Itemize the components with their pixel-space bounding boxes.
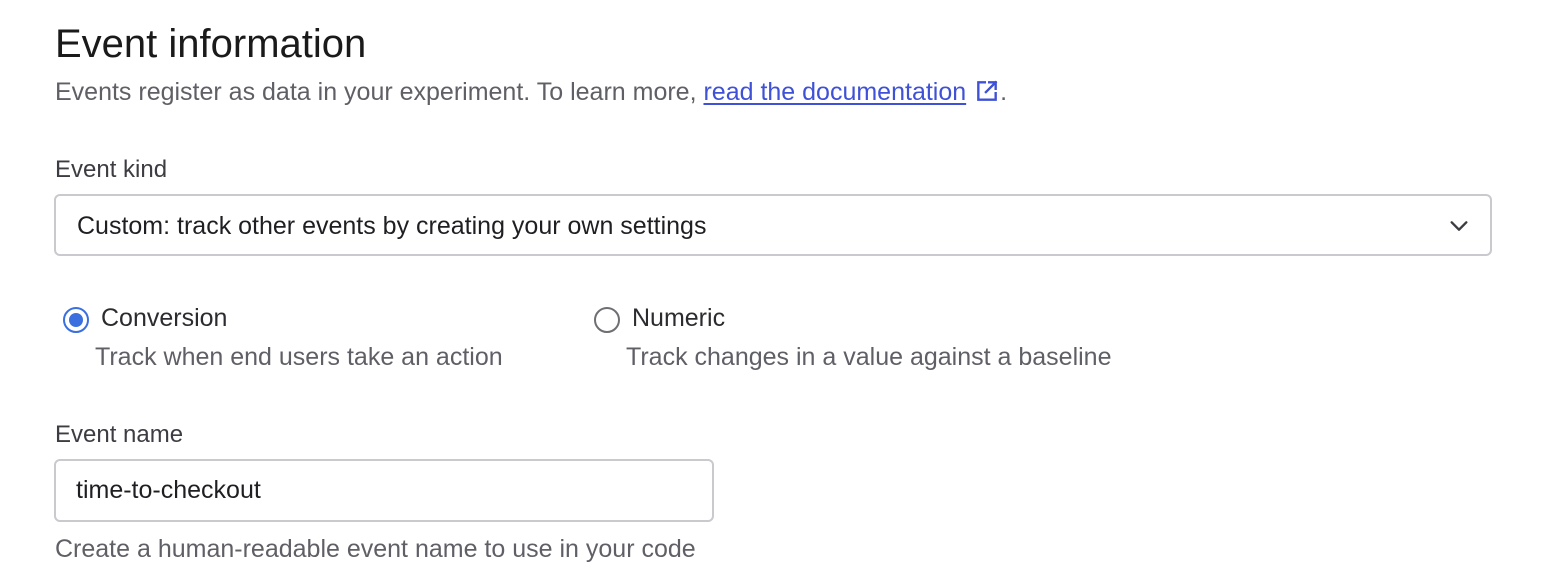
external-link-icon: [977, 80, 998, 101]
section-description: Events register as data in your experime…: [55, 74, 1007, 110]
section-title: Event information: [55, 22, 367, 66]
numeric-label: Numeric: [632, 304, 726, 332]
chevron-down-icon: [1450, 221, 1468, 231]
event-name-input[interactable]: [54, 459, 714, 522]
numeric-radio[interactable]: [594, 307, 620, 333]
description-text: Events register as data in your experime…: [55, 78, 704, 106]
conversion-hint: Track when end users take an action: [95, 343, 503, 371]
event-name-label: Event name: [55, 421, 184, 448]
conversion-label: Conversion: [101, 304, 228, 332]
event-name-help: Create a human-readable event name to us…: [55, 535, 696, 563]
event-kind-selected-value: Custom: track other events by creating y…: [77, 212, 707, 240]
numeric-hint: Track changes in a value against a basel…: [626, 343, 1112, 371]
documentation-link-label: read the documentation: [703, 78, 967, 106]
description-suffix: .: [1000, 78, 1008, 106]
event-kind-select[interactable]: Custom: track other events by creating y…: [54, 194, 1492, 256]
conversion-radio[interactable]: [63, 307, 89, 333]
event-kind-label: Event kind: [55, 156, 168, 183]
documentation-link[interactable]: read the documentation: [703, 78, 1000, 106]
